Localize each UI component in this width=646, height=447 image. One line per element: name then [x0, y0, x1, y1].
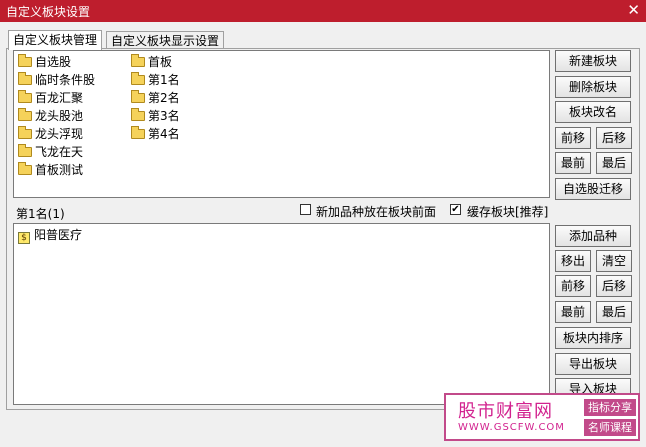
stock-list[interactable]: $ 阳普医疗: [13, 223, 550, 405]
stock-move-last-button[interactable]: 最后: [596, 301, 632, 323]
list-item[interactable]: 首板: [131, 53, 172, 71]
list-item[interactable]: 第3名: [131, 107, 180, 125]
remove-stock-button[interactable]: 移出: [555, 250, 591, 272]
watermark-title: 股市财富网: [458, 401, 553, 422]
folder-icon: [131, 54, 145, 67]
list-item[interactable]: 龙头浮现: [18, 125, 83, 143]
folder-icon: [18, 126, 32, 139]
sort-in-block-button[interactable]: 板块内排序: [555, 327, 631, 349]
add-stock-button[interactable]: 添加品种: [555, 225, 631, 247]
block-move-first-button[interactable]: 最前: [555, 152, 591, 174]
close-icon[interactable]: ✕: [627, 1, 640, 19]
folder-icon: [131, 126, 145, 139]
stock-move-down-button[interactable]: 后移: [596, 275, 632, 297]
watermark-tag-indicator: 指标分享: [584, 399, 636, 416]
new-front-label: 新加品种放在板块前面: [316, 205, 437, 219]
list-item[interactable]: 百龙汇聚: [18, 89, 83, 107]
stock-move-up-button[interactable]: 前移: [555, 275, 591, 297]
list-item[interactable]: 第2名: [131, 89, 180, 107]
tab-block-management[interactable]: 自定义板块管理: [8, 30, 103, 50]
stock-move-first-button[interactable]: 最前: [555, 301, 591, 323]
folder-icon: [131, 90, 145, 103]
folder-icon: [18, 72, 32, 85]
folder-icon: [131, 108, 145, 121]
list-item[interactable]: 自选股: [18, 53, 71, 71]
cache-block-checkbox[interactable]: ✔: [450, 204, 461, 215]
cache-block-label: 缓存板块[推荐]: [467, 205, 549, 219]
clear-stocks-button[interactable]: 清空: [596, 250, 632, 272]
window-title: 自定义板块设置: [6, 5, 91, 19]
new-block-button[interactable]: 新建板块: [555, 50, 631, 72]
delete-block-button[interactable]: 删除板块: [555, 76, 631, 98]
block-list[interactable]: 自选股 临时条件股 百龙汇聚 龙头股池 龙头浮现 飞龙在天 首板测试 首板 第1…: [13, 50, 550, 198]
migrate-watchlist-button[interactable]: 自选股迁移: [555, 178, 631, 200]
folder-icon: [18, 162, 32, 175]
list-item[interactable]: 飞龙在天: [18, 143, 83, 161]
folder-icon: [18, 144, 32, 157]
watermark-logo: 股市财富网 WWW.GSCFW.COM 指标分享 名师课程: [444, 393, 640, 441]
folder-icon: [18, 108, 32, 121]
export-block-button[interactable]: 导出板块: [555, 353, 631, 375]
stock-icon: $: [18, 232, 30, 244]
block-move-down-button[interactable]: 后移: [596, 127, 632, 149]
tab-block-display-settings[interactable]: 自定义板块显示设置: [106, 31, 225, 49]
watermark-url: WWW.GSCFW.COM: [458, 422, 565, 433]
list-item[interactable]: 临时条件股: [18, 71, 95, 89]
block-move-up-button[interactable]: 前移: [555, 127, 591, 149]
new-front-checkbox[interactable]: [300, 204, 311, 215]
list-item[interactable]: 第1名: [131, 71, 180, 89]
list-item[interactable]: 第4名: [131, 125, 180, 143]
list-item[interactable]: $ 阳普医疗: [18, 226, 82, 244]
watermark-tag-course: 名师课程: [584, 419, 636, 436]
folder-icon: [18, 90, 32, 103]
list-item[interactable]: 龙头股池: [18, 107, 83, 125]
folder-icon: [131, 72, 145, 85]
selected-block-label: 第1名(1): [16, 207, 65, 221]
rename-block-button[interactable]: 板块改名: [555, 101, 631, 123]
title-bar: 自定义板块设置 ✕: [0, 0, 646, 22]
block-move-last-button[interactable]: 最后: [596, 152, 632, 174]
list-item[interactable]: 首板测试: [18, 161, 83, 179]
folder-icon: [18, 54, 32, 67]
